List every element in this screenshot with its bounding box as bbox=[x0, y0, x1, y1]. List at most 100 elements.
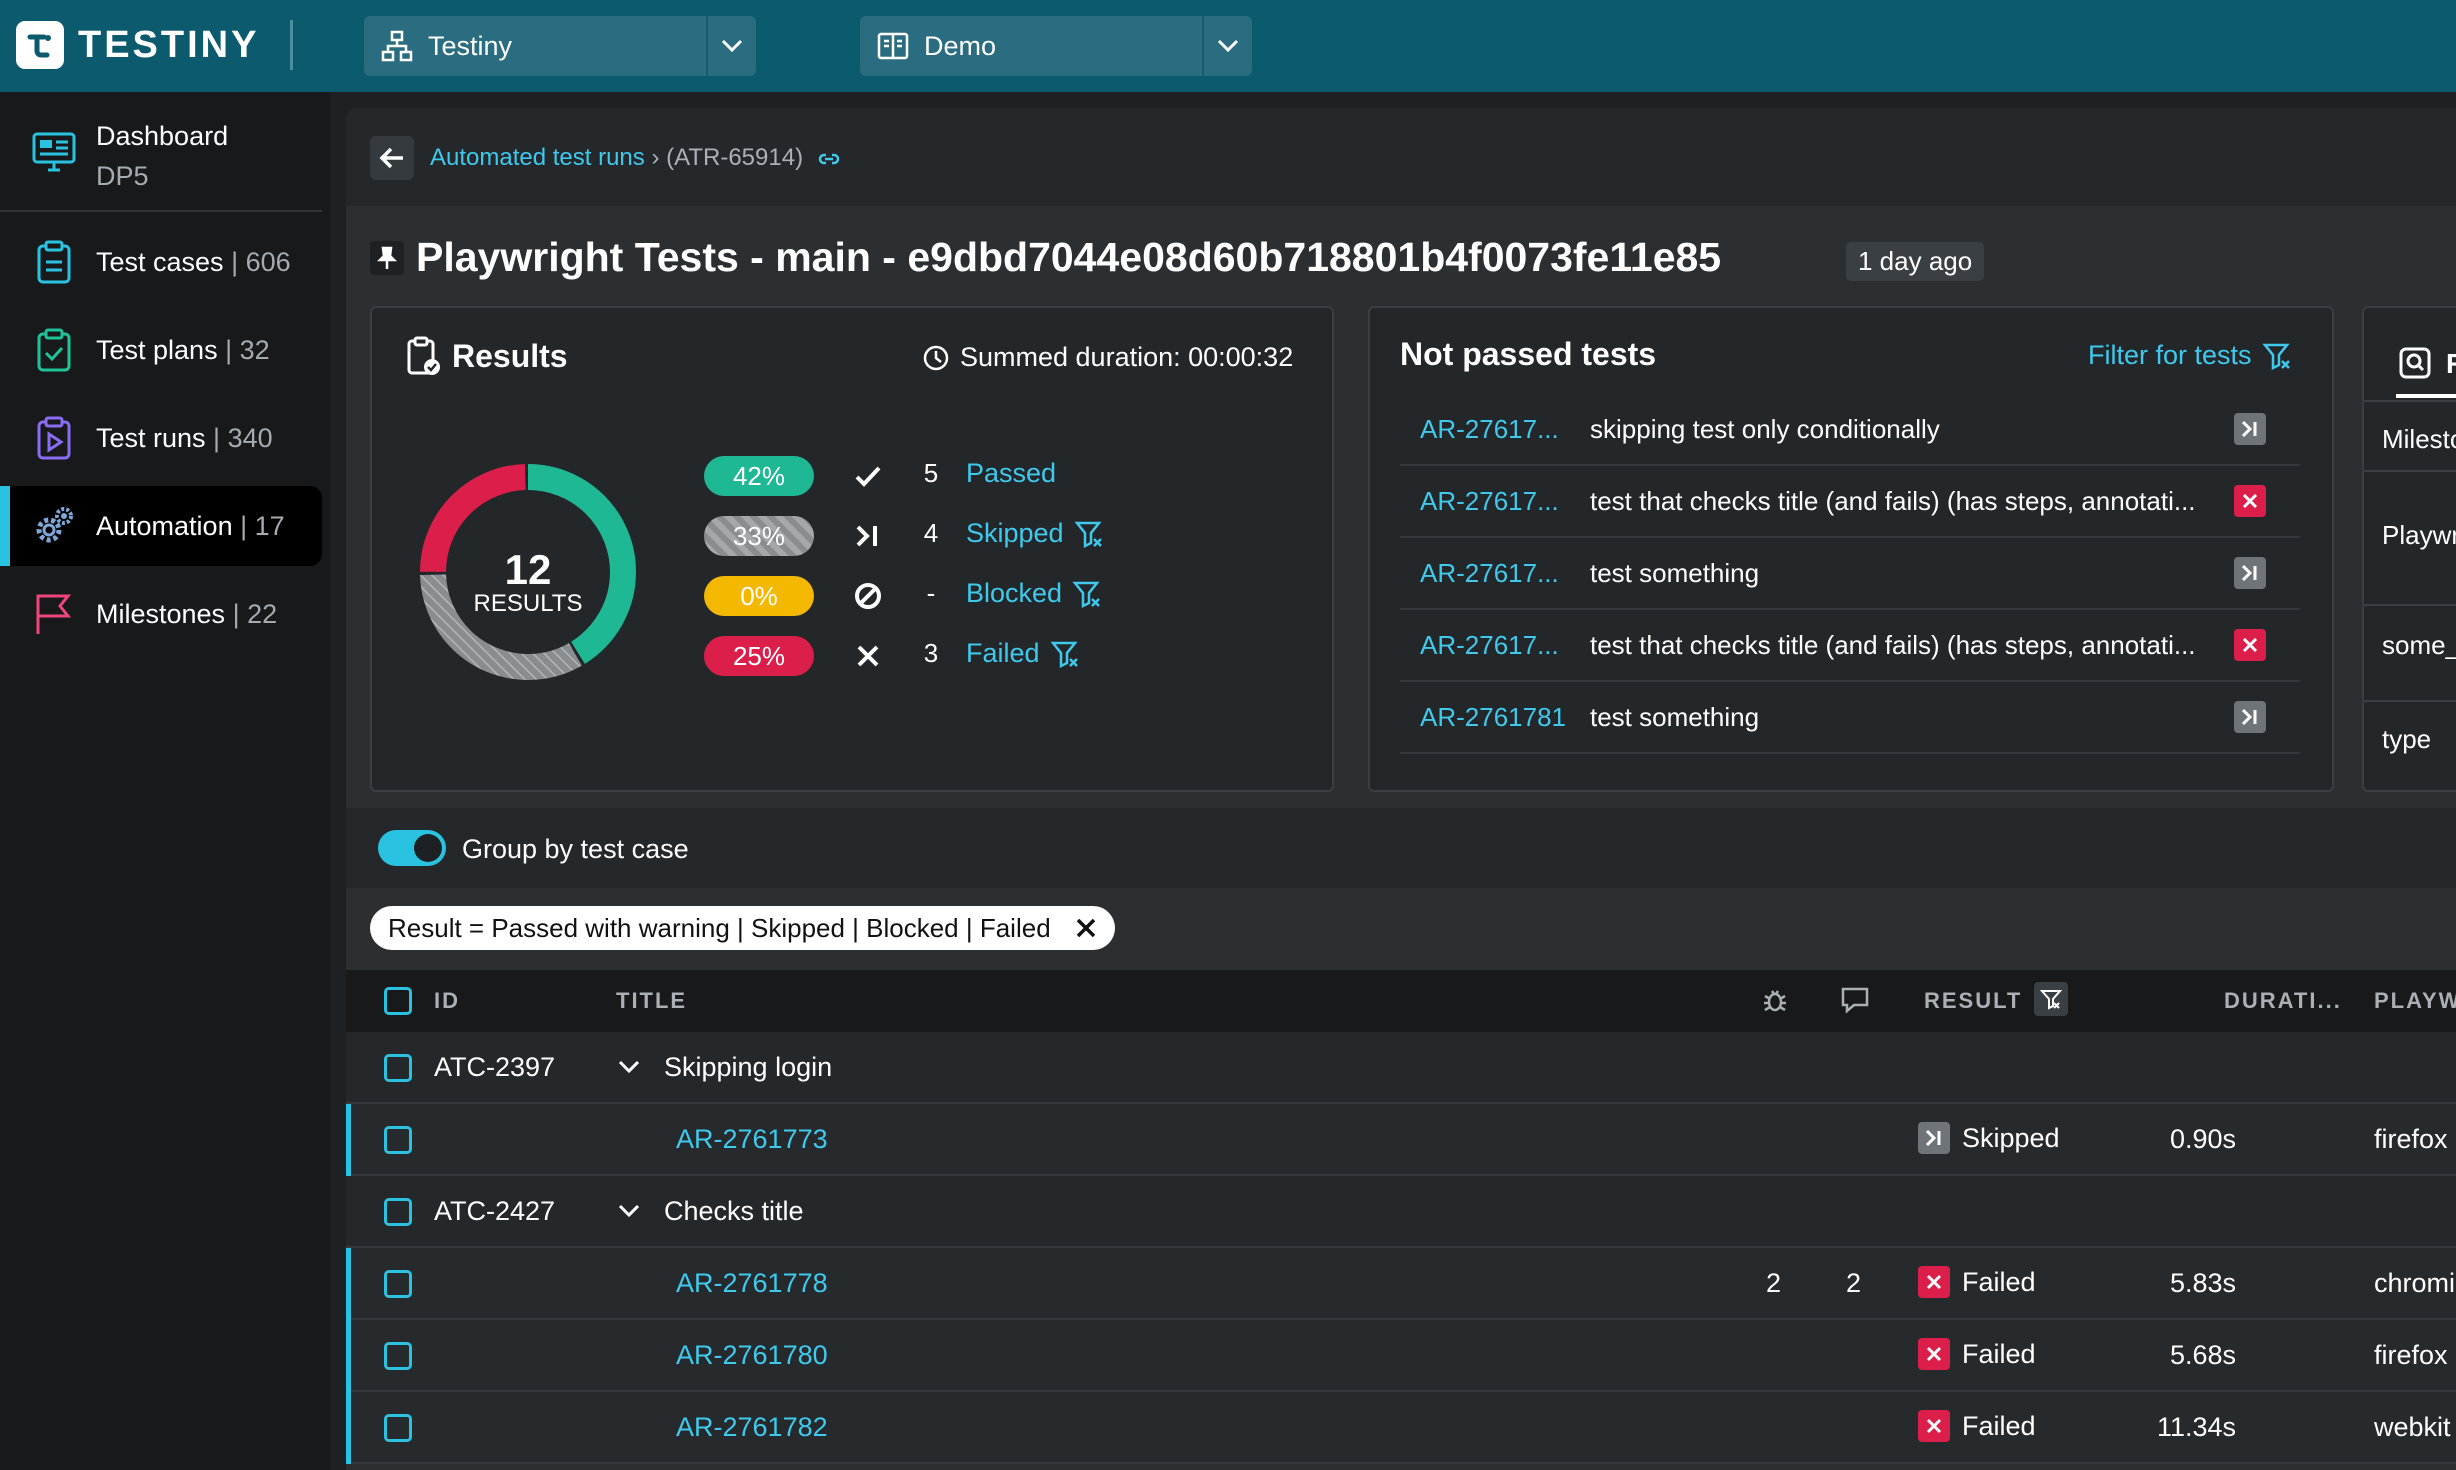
row-checkbox[interactable] bbox=[384, 1342, 412, 1370]
column-header-result[interactable]: RESULT bbox=[1924, 988, 2022, 1014]
comment-icon bbox=[1841, 987, 1869, 1014]
sidebar-item-dashboard[interactable]: Dashboard DP5 bbox=[0, 92, 322, 212]
chevron-down-icon[interactable] bbox=[618, 1060, 640, 1074]
result-id-link[interactable]: AR-2761780 bbox=[676, 1340, 828, 1371]
clock-icon bbox=[923, 345, 949, 370]
not-passed-row[interactable]: AR-27617... test something bbox=[1400, 538, 2300, 610]
bug-count[interactable]: 2 bbox=[1766, 1268, 1781, 1299]
filter-icon[interactable] bbox=[1072, 579, 1102, 609]
test-title: test something bbox=[1590, 557, 1760, 588]
chevron-down-icon[interactable] bbox=[618, 1204, 640, 1218]
filter-chip[interactable]: Result = Passed with warning | Skipped |… bbox=[370, 906, 1115, 950]
detail-label: some_ bbox=[2382, 630, 2456, 660]
result-status: Failed bbox=[1918, 1266, 2036, 1298]
filter-icon[interactable] bbox=[2034, 982, 2068, 1016]
not-passed-row[interactable]: AR-27617... test that checks title (and … bbox=[1400, 610, 2300, 682]
group-by-toggle[interactable] bbox=[378, 830, 446, 866]
divider bbox=[2364, 700, 2456, 702]
chevron-down-icon[interactable] bbox=[1202, 16, 1252, 76]
result-count: 4 bbox=[923, 518, 939, 548]
result-name-link[interactable]: Passed bbox=[966, 458, 1056, 489]
test-id-link[interactable]: AR-27617... bbox=[1420, 486, 1559, 517]
back-button[interactable] bbox=[370, 136, 414, 180]
result-status: Failed bbox=[1918, 1410, 2036, 1442]
select-all-checkbox[interactable] bbox=[384, 987, 412, 1015]
test-id-link[interactable]: AR-27617... bbox=[1420, 630, 1559, 661]
result-count: 3 bbox=[923, 638, 939, 668]
sidebar-item-label: Dashboard bbox=[96, 121, 229, 151]
filter-for-tests-link[interactable]: Filter for tests bbox=[2088, 340, 2292, 371]
test-title: test that checks title (and fails) (has … bbox=[1590, 485, 2196, 516]
not-passed-row[interactable]: AR-27617... skipping test only condition… bbox=[1400, 394, 2300, 466]
arrow-left-icon bbox=[379, 147, 403, 169]
result-label: Failed bbox=[1962, 1410, 2036, 1441]
skip-icon bbox=[2234, 701, 2266, 733]
test-id-link[interactable]: AR-2761781 bbox=[1420, 702, 1566, 733]
sidebar-item-test-runs[interactable]: Test runs | 340 bbox=[0, 398, 322, 478]
test-title: test something bbox=[1590, 701, 1760, 732]
result-id-link[interactable]: AR-2761773 bbox=[676, 1124, 828, 1155]
close-icon[interactable] bbox=[1075, 917, 1097, 939]
result-name: Blocked bbox=[966, 578, 1063, 608]
table-row[interactable]: AR-2761780 Failed 5.68s firefox bbox=[346, 1320, 2456, 1392]
column-header-title[interactable]: TITLE bbox=[616, 988, 687, 1014]
table-group-row[interactable]: ATC-2397 Skipping login bbox=[346, 1032, 2456, 1104]
sidebar-item-test-cases[interactable]: Test cases | 606 bbox=[0, 222, 322, 302]
row-checkbox[interactable] bbox=[384, 1414, 412, 1442]
page-title: Playwright Tests - main - e9dbd7044e08d6… bbox=[416, 234, 1722, 280]
divider bbox=[2364, 604, 2456, 606]
skip-icon bbox=[2234, 413, 2266, 445]
sidebar-item-milestones[interactable]: Milestones | 22 bbox=[0, 574, 322, 654]
project-dropdown[interactable]: Demo bbox=[860, 16, 1252, 76]
skip-icon bbox=[1918, 1122, 1950, 1154]
not-passed-row[interactable]: AR-27617... test that checks title (and … bbox=[1400, 466, 2300, 538]
table-row[interactable]: AR-2761782 Failed 11.34s webkit bbox=[346, 1392, 2456, 1464]
table-row[interactable]: AR-2761773 Skipped 0.90s firefox bbox=[346, 1104, 2456, 1176]
organization-name: Testiny bbox=[428, 30, 513, 61]
column-header-playwright[interactable]: PLAYW bbox=[2374, 988, 2456, 1014]
row-checkbox[interactable] bbox=[384, 1198, 412, 1226]
sidebar-item-count: 22 bbox=[247, 598, 278, 629]
result-id-link[interactable]: AR-2761782 bbox=[676, 1412, 828, 1443]
table-row[interactable]: AR-2761778 2 2 Failed 5.83s chromi bbox=[346, 1248, 2456, 1320]
filter-icon[interactable] bbox=[1049, 639, 1080, 669]
pin-icon[interactable] bbox=[370, 240, 404, 275]
results-total: 12 bbox=[504, 546, 552, 593]
top-bar: TESTINY Testiny Demo bbox=[0, 0, 2456, 92]
testiny-logo[interactable]: TESTINY bbox=[16, 21, 259, 69]
table-group-row[interactable]: ATC-2427 Checks title bbox=[346, 1176, 2456, 1248]
test-title: test that checks title (and fails) (has … bbox=[1590, 629, 2196, 660]
test-id-link[interactable]: AR-27617... bbox=[1420, 414, 1559, 445]
result-name-link[interactable]: Failed bbox=[966, 638, 1080, 669]
filter-chip-label: Result = Passed with warning | Skipped |… bbox=[388, 912, 1051, 943]
row-checkbox[interactable] bbox=[384, 1270, 412, 1298]
sidebar-item-automation[interactable]: Automation | 17 bbox=[0, 486, 322, 566]
details-tab[interactable]: R bbox=[2396, 334, 2456, 398]
percentage-pill: 33% bbox=[704, 516, 814, 556]
sidebar: Dashboard DP5 Test cases | 606 Test plans… bbox=[0, 92, 330, 1470]
details-card: R Milesto Playwr some_ type bbox=[2362, 306, 2456, 792]
browser: firefox bbox=[2374, 1124, 2448, 1154]
chevron-down-icon[interactable] bbox=[706, 16, 756, 76]
row-checkbox[interactable] bbox=[384, 1126, 412, 1154]
organization-dropdown[interactable]: Testiny bbox=[364, 16, 756, 76]
logo-mark-icon bbox=[16, 21, 64, 69]
browser: webkit bbox=[2374, 1412, 2451, 1442]
result-row-skipped: 33% 4 Skipped bbox=[704, 514, 1102, 558]
result-id-link[interactable]: AR-2761778 bbox=[676, 1268, 828, 1299]
sidebar-item-test-plans[interactable]: Test plans | 32 bbox=[0, 310, 322, 390]
filter-icon[interactable] bbox=[1073, 519, 1104, 549]
column-header-id[interactable]: ID bbox=[434, 988, 460, 1014]
not-passed-row[interactable]: AR-2761781 test something bbox=[1400, 682, 2300, 754]
test-id-link[interactable]: AR-27617... bbox=[1420, 558, 1559, 589]
link-icon[interactable] bbox=[816, 149, 842, 169]
result-name-link[interactable]: Skipped bbox=[966, 518, 1104, 549]
comment-count[interactable]: 2 bbox=[1846, 1268, 1861, 1299]
breadcrumb-link-automated-test-runs[interactable]: Automated test runs bbox=[430, 144, 645, 171]
row-checkbox[interactable] bbox=[384, 1054, 412, 1082]
column-header-duration[interactable]: DURATI... bbox=[2224, 988, 2342, 1014]
group-title: Checks title bbox=[664, 1196, 804, 1226]
browser: chromi bbox=[2374, 1268, 2456, 1298]
breadcrumb-bar: Automated test runs › (ATR-65914) bbox=[346, 108, 2456, 206]
result-name-link[interactable]: Blocked bbox=[966, 578, 1102, 609]
